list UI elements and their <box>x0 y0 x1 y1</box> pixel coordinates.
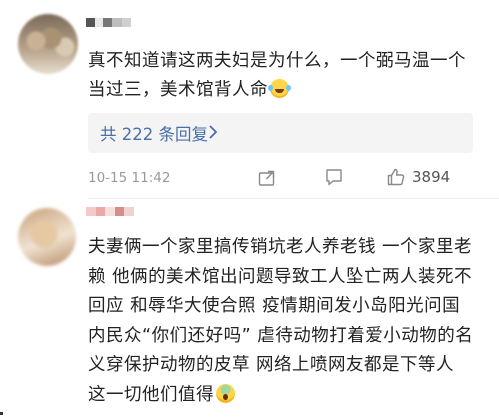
chevron-right-icon <box>208 124 218 144</box>
like-icon[interactable] <box>386 167 406 191</box>
scared-emoji <box>216 383 235 403</box>
username-redacted[interactable] <box>86 207 134 216</box>
laugh-cry-emoji <box>268 79 289 98</box>
comment-icon[interactable] <box>324 167 344 191</box>
page-marker <box>0 412 3 415</box>
like-count: 3894 <box>412 168 451 186</box>
divider <box>88 198 499 199</box>
comment-text: 夫妻俩一个家里搞传销坑老人养老钱 一个家里老赖 他俩的美术馆出问题导致工人坠亡两… <box>88 237 474 405</box>
comment-time: 10-15 11:42 <box>88 170 171 186</box>
username-redacted[interactable] <box>86 18 131 27</box>
avatar[interactable] <box>18 14 78 74</box>
comment-text: 真不知道请这两夫妇是为什么，一个弼马温一个当过三，美术馆背人命 <box>88 51 466 100</box>
share-icon[interactable] <box>257 167 277 191</box>
avatar[interactable] <box>18 208 76 266</box>
replies-button[interactable]: 共 222 条回复 <box>88 113 473 153</box>
replies-label: 共 222 条回复 <box>100 125 208 144</box>
